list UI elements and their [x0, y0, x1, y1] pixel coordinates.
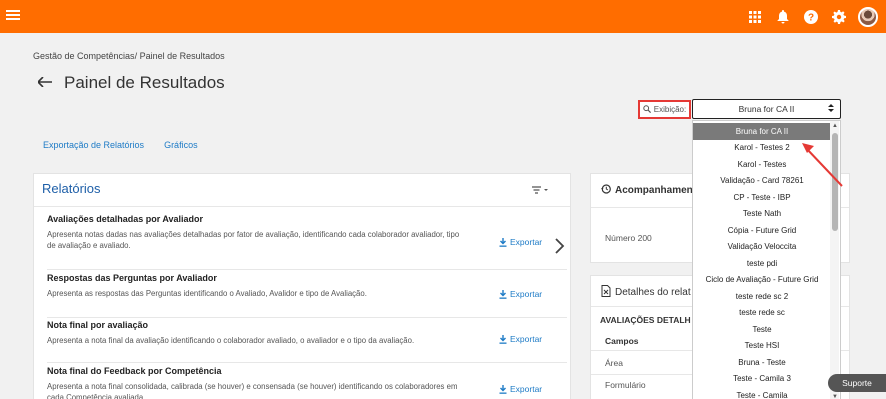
- detalhes-title-text: Detalhes do relat: [615, 287, 691, 298]
- dropdown-option[interactable]: teste rede sc: [693, 305, 831, 322]
- export-button[interactable]: Exportar: [499, 237, 542, 247]
- report-title: Avaliações detalhadas por Avaliador: [47, 214, 204, 224]
- gear-icon[interactable]: [830, 8, 848, 26]
- detalhes-column: Campos: [605, 336, 639, 346]
- tab-bar: Exportação de Relatórios Gráficos: [43, 140, 198, 150]
- scroll-up-icon[interactable]: ▲: [832, 123, 838, 129]
- export-button[interactable]: Exportar: [499, 334, 542, 344]
- history-icon: [601, 184, 611, 197]
- excel-file-icon: [601, 285, 611, 300]
- dropdown-option[interactable]: teste pdi: [693, 255, 831, 272]
- breadcrumb-current: Painel de Resultados: [139, 51, 225, 61]
- breadcrumb: Gestão de Competências/ Painel de Result…: [33, 51, 225, 61]
- export-button[interactable]: Exportar: [499, 289, 542, 299]
- dropdown-option[interactable]: teste rede sc 2: [693, 288, 831, 305]
- report-desc: Apresenta notas dadas nas avaliações det…: [47, 230, 460, 250]
- apps-grid-icon[interactable]: [746, 8, 764, 26]
- export-button[interactable]: Exportar: [499, 384, 542, 394]
- relatorios-card: Relatórios Avaliações detalhadas por Ava…: [33, 173, 571, 399]
- relatorios-title: Relatórios: [42, 181, 101, 196]
- tab-exportacao[interactable]: Exportação de Relatórios: [43, 140, 144, 150]
- help-icon[interactable]: ?: [802, 8, 820, 26]
- tab-graficos[interactable]: Gráficos: [164, 140, 198, 150]
- breadcrumb-separator: /: [134, 51, 138, 61]
- download-icon: [499, 334, 507, 344]
- select-caret-icon: [828, 103, 834, 113]
- export-label: Exportar: [510, 289, 543, 299]
- report-title: Respostas das Perguntas por Avaliador: [47, 273, 217, 283]
- chevron-right-icon[interactable]: [555, 237, 565, 260]
- report-title: Nota final por avaliação: [47, 320, 149, 330]
- scroll-down-icon[interactable]: ▼: [832, 394, 838, 399]
- dropdown-option[interactable]: Teste: [693, 321, 831, 338]
- page-title: Painel de Resultados: [64, 73, 225, 92]
- report-desc: Apresenta a nota final da avaliação iden…: [47, 336, 415, 345]
- download-icon: [499, 237, 507, 247]
- dropdown-option[interactable]: Teste HSI: [693, 338, 831, 355]
- exibicao-label-text: Exibição:: [653, 105, 687, 114]
- dropdown-option[interactable]: Teste Nath: [693, 206, 831, 223]
- report-title: Nota final do Feedback por Competência: [47, 366, 222, 376]
- acompanhamento-row: Número 200: [605, 233, 652, 243]
- export-label: Exportar: [510, 237, 543, 247]
- acompanhamento-title: Acompanhamen: [601, 184, 693, 197]
- breadcrumb-parent[interactable]: Gestão de Competências: [33, 51, 135, 61]
- acompanhamento-title-text: Acompanhamen: [615, 185, 693, 196]
- detalhes-title: Detalhes do relat: [601, 285, 691, 300]
- search-icon: [643, 104, 651, 115]
- dropdown-option[interactable]: CP - Teste - IBP: [693, 189, 831, 206]
- dropdown-option[interactable]: Validação Veloccita: [693, 239, 831, 256]
- export-label: Exportar: [510, 384, 543, 394]
- menu-icon[interactable]: [6, 9, 20, 23]
- top-bar: ?: [0, 0, 886, 33]
- dropdown-option[interactable]: Teste - Camila: [693, 387, 831, 399]
- report-desc: Apresenta as respostas das Perguntas ide…: [47, 289, 367, 298]
- report-item[interactable]: Avaliações detalhadas por Avaliador Apre…: [47, 214, 567, 270]
- detalhes-row: Formulário: [605, 380, 646, 390]
- report-item[interactable]: Nota final do Feedback por Competência A…: [47, 366, 567, 399]
- dropdown-option[interactable]: Teste - Camila 3: [693, 371, 831, 388]
- bell-icon[interactable]: [774, 8, 792, 26]
- dropdown-option[interactable]: Bruna - Teste: [693, 354, 831, 371]
- exibicao-label: Exibição:: [638, 100, 691, 119]
- exibicao-select[interactable]: Bruna for CA II: [692, 99, 841, 119]
- avatar[interactable]: [858, 7, 878, 27]
- download-icon: [499, 289, 507, 299]
- download-icon: [499, 384, 507, 394]
- report-desc: Apresenta a nota final consolidada, cali…: [47, 382, 458, 399]
- filter-icon[interactable]: [532, 186, 548, 197]
- report-item[interactable]: Respostas das Perguntas por Avaliador Ap…: [47, 273, 567, 318]
- dropdown-option[interactable]: Ciclo de Avaliação - Future Grid: [693, 272, 831, 289]
- annotation-arrow: [802, 143, 843, 187]
- export-label: Exportar: [510, 334, 543, 344]
- svg-text:?: ?: [808, 13, 814, 24]
- back-arrow-icon[interactable]: [36, 74, 52, 92]
- dropdown-option[interactable]: Cópia - Future Grid: [693, 222, 831, 239]
- exibicao-selected-value: Bruna for CA II: [738, 104, 795, 114]
- report-item[interactable]: Nota final por avaliação Apresenta a not…: [47, 320, 567, 363]
- detalhes-row: Área: [605, 358, 623, 368]
- detalhes-section: AVALIAÇÕES DETALH: [600, 315, 691, 325]
- suporte-button[interactable]: Suporte: [828, 374, 886, 392]
